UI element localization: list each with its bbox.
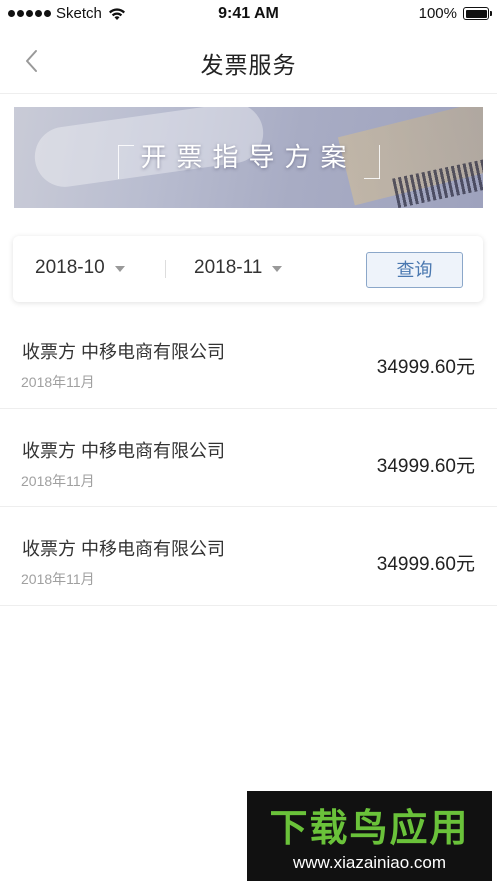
battery-status: 100% (418, 5, 492, 22)
invoice-item[interactable]: 收票方 中移电商有限公司 2018年11月 34999.60元 (0, 310, 497, 409)
watermark-logo: 下载鸟应用 www.xiazainiao.com (247, 791, 492, 881)
battery-icon (463, 7, 492, 20)
invoice-amount: 34999.60元 (376, 357, 475, 378)
end-date-value: 2018-11 (194, 257, 263, 278)
invoice-payee: 收票方 中移电商有限公司 (22, 440, 225, 461)
invoice-amount: 34999.60元 (376, 554, 475, 575)
invoice-payee: 收票方 中移电商有限公司 (22, 539, 225, 559)
invoice-date: 2018年11月 (21, 571, 95, 587)
status-bar: Sketch 9:41 AM 100% (0, 0, 497, 30)
guide-banner[interactable]: 开票指导方案 (14, 107, 483, 208)
invoice-item[interactable]: 收票方 中移电商有限公司 2018年11月 34999.60元 (0, 409, 497, 507)
start-date-value: 2018-10 (35, 257, 105, 278)
start-date-select[interactable]: 2018-10 (35, 257, 125, 279)
invoice-date: 2018年11月 (21, 374, 95, 390)
caret-down-icon (272, 266, 283, 272)
banner-title: 开票指导方案 (140, 142, 357, 172)
filter-divider (165, 260, 166, 278)
watermark-url: www.xiazainiao.com (292, 853, 447, 872)
page-title: 发票服务 (200, 52, 297, 78)
caret-down-icon (114, 266, 125, 272)
invoice-amount: 34999.60元 (376, 455, 475, 477)
query-button[interactable]: 查询 (366, 252, 463, 288)
battery-percent: 100% (418, 5, 457, 22)
invoice-payee: 收票方 中移电商有限公司 (22, 342, 225, 362)
watermark-logo-text: 下载鸟应用 (269, 808, 470, 850)
end-date-select[interactable]: 2018-11 (194, 257, 283, 279)
invoice-list: 收票方 中移电商有限公司 2018年11月 34999.60元 收票方 中移电商… (0, 310, 497, 606)
invoice-date: 2018年11月 (21, 472, 95, 489)
invoice-item[interactable]: 收票方 中移电商有限公司 2018年11月 34999.60元 (0, 507, 497, 606)
date-filter-card: 2018-10 2018-11 查询 (13, 236, 483, 302)
nav-bar: 发票服务 (0, 30, 497, 94)
